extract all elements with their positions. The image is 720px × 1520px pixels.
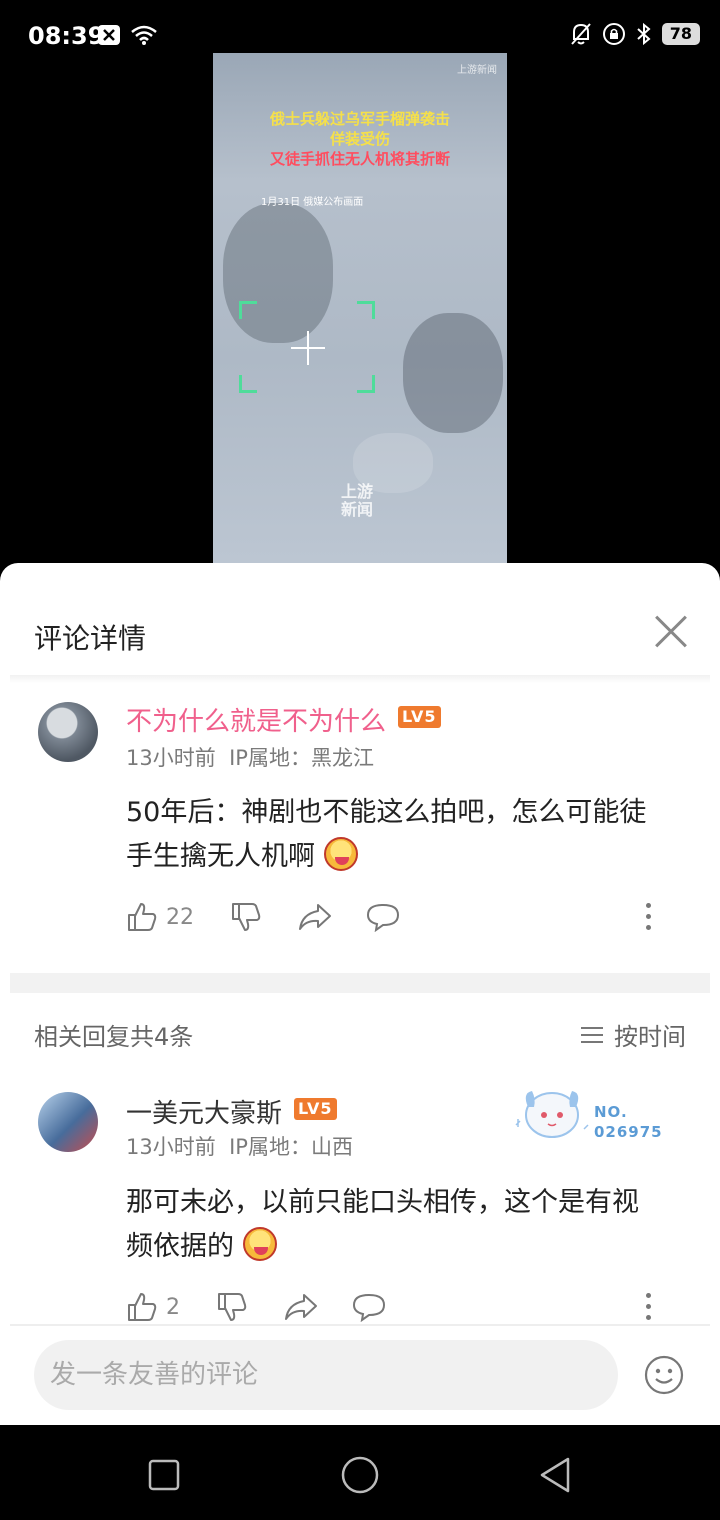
avatar[interactable] <box>38 1092 98 1152</box>
comment-actions: 2 <box>126 1287 666 1327</box>
battery-icon: 78 <box>661 23 700 45</box>
caption-line: 佯装受伤 <box>329 130 390 148</box>
comment-line-2: 手生擒无人机啊 <box>126 835 696 879</box>
comment-meta: 13小时前 IP属地：黑龙江 <box>126 742 374 772</box>
sort-label: 按时间 <box>614 1023 686 1051</box>
bluetooth-icon <box>637 22 651 46</box>
comment-line: 手生擒无人机啊 <box>126 841 315 872</box>
share-button[interactable] <box>298 897 332 937</box>
emoji-icon[interactable] <box>644 1355 684 1395</box>
comment-meta: 13小时前 IP属地：山西 <box>126 1131 353 1161</box>
like-button[interactable]: 22 <box>126 897 194 937</box>
section-divider <box>10 973 710 993</box>
avatar[interactable] <box>38 702 98 762</box>
sort-by-time-button[interactable]: 按时间 <box>580 1017 686 1052</box>
reply-count: 相关回复共4条 <box>34 1023 194 1051</box>
status-time: 08:39 <box>28 22 105 50</box>
panel-title: 评论详情 <box>34 622 147 655</box>
caption-line: 又徒手抓住无人机将其折断 <box>269 150 450 168</box>
watermark-line: 上游 <box>341 482 374 501</box>
system-nav-bar <box>0 1425 720 1520</box>
header-divider <box>10 675 710 683</box>
fan-number-label: NO. <box>594 1103 628 1121</box>
comment-time: 13小时前 <box>126 746 216 770</box>
ip-location: IP属地：山西 <box>229 1135 353 1159</box>
ip-location: IP属地：黑龙江 <box>229 746 374 770</box>
video-caption: 俄士兵躲过乌军手榴弹袭击 佯装受伤 又徒手抓住无人机将其折断 <box>213 109 507 169</box>
share-icon <box>299 904 331 930</box>
like-button[interactable]: 2 <box>126 1287 180 1327</box>
video-player[interactable]: 上游新闻 俄士兵躲过乌军手榴弹袭击 佯装受伤 又徒手抓住无人机将其折断 1月31… <box>213 53 507 563</box>
comment-time: 13小时前 <box>126 1135 216 1159</box>
share-icon <box>285 1294 317 1320</box>
video-watermark-center: 上游 新闻 <box>341 483 373 519</box>
dislike-button[interactable] <box>230 897 262 937</box>
back-icon[interactable] <box>536 1455 576 1495</box>
video-watermark: 上游新闻 <box>457 65 497 76</box>
thumbs-down-icon <box>218 1293 247 1321</box>
username[interactable]: 不为什么就是不为什么 <box>126 701 386 738</box>
comment-bubble-icon <box>366 903 400 932</box>
more-options-icon[interactable] <box>646 903 652 931</box>
thumbs-up-icon <box>128 1293 157 1321</box>
username[interactable]: 一美元大豪斯 <box>126 1093 282 1130</box>
comment-actions: 22 <box>126 897 666 937</box>
close-icon[interactable] <box>652 613 690 651</box>
input-divider <box>10 1324 710 1326</box>
caption-line: 俄士兵躲过乌军手榴弹袭击 <box>269 110 450 128</box>
laughing-emoji-icon <box>242 1227 277 1261</box>
reply-button[interactable] <box>366 897 400 937</box>
thumbs-down-icon <box>232 903 261 931</box>
comment-detail-panel: 评论详情 不为什么就是不为什么 LV5 13小时前 IP属地：黑龙江 50年后：… <box>0 563 720 1425</box>
comment-line: 50年后：神剧也不能这么拍吧，怎么可能徒 <box>126 797 647 828</box>
like-count: 22 <box>166 904 194 930</box>
home-icon[interactable] <box>340 1455 380 1495</box>
recent-apps-icon[interactable] <box>144 1455 184 1495</box>
comment-line-2: 频依据的 <box>126 1225 696 1269</box>
laughing-emoji-icon <box>323 837 358 871</box>
comment-text: 那可未必，以前只能口头相传，这个是有视 频依据的 <box>126 1181 696 1269</box>
lock-rotation-icon <box>602 23 625 45</box>
level-badge: LV5 <box>398 706 441 728</box>
comment-line: 那可未必，以前只能口头相传，这个是有视 <box>126 1187 639 1218</box>
crosshair-icon <box>291 331 325 365</box>
comment-input[interactable]: 发一条友善的评论 <box>34 1340 618 1410</box>
wifi-icon <box>131 25 157 45</box>
video-date: 1月31日 俄媒公布画面 <box>261 197 364 208</box>
watermark-line: 新闻 <box>341 500 374 519</box>
menu-lines-icon <box>581 1026 603 1043</box>
reply-button[interactable] <box>352 1287 386 1327</box>
status-right-icons: 78 <box>570 22 700 46</box>
anime-girl-sticker-icon <box>515 1091 589 1138</box>
dislike-button[interactable] <box>216 1287 248 1327</box>
close-box-icon <box>98 25 120 45</box>
level-badge: LV5 <box>294 1098 337 1120</box>
fan-number-badge: NO. 026975 <box>594 1102 663 1142</box>
like-count: 2 <box>166 1294 180 1320</box>
share-button[interactable] <box>284 1287 318 1327</box>
thumbs-up-icon <box>128 903 157 931</box>
more-options-icon[interactable] <box>646 1293 652 1321</box>
panel-header: 评论详情 <box>0 563 720 675</box>
bell-off-icon <box>570 23 591 45</box>
video-texture <box>403 313 503 433</box>
comment-bubble-icon <box>352 1293 386 1322</box>
fan-number: 026975 <box>594 1123 663 1141</box>
comment-line: 频依据的 <box>126 1231 234 1262</box>
status-left-icons <box>98 24 158 46</box>
comment-text: 50年后：神剧也不能这么拍吧，怎么可能徒 手生擒无人机啊 <box>126 791 696 879</box>
